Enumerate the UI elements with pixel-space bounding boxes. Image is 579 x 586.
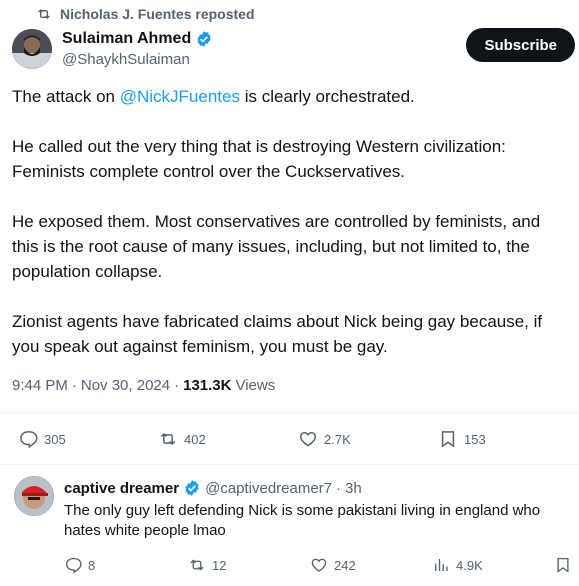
bookmark-button[interactable]: 153 — [438, 429, 486, 449]
tweet-paragraph-1: The attack on @NickJFuentes is clearly o… — [12, 84, 579, 109]
reply-bookmark-button[interactable] — [554, 556, 572, 574]
author-avatar[interactable] — [12, 29, 52, 69]
reply-icon — [20, 431, 38, 449]
author-name-row[interactable]: Sulaiman Ahmed — [62, 30, 213, 48]
reply-avatar-image — [14, 476, 54, 516]
like-button[interactable]: 2.7K — [298, 429, 351, 449]
view-count: 131.3K — [183, 377, 232, 394]
meta-separator: · — [71, 377, 77, 394]
reply-reply-button[interactable]: 8 — [64, 556, 95, 574]
tweet-p1-before: The attack on — [12, 87, 120, 106]
repost-icon — [190, 559, 204, 571]
reply-button[interactable]: 305 — [18, 429, 66, 449]
heart-icon — [299, 431, 317, 447]
tweet-p2-line2: Feminists complete control over the Cuck… — [12, 162, 406, 181]
bookmark-icon — [441, 431, 455, 448]
tweet-p3-line1: He exposed them. Most conservatives are … — [12, 212, 541, 231]
tweet-p4-line2: you speak out against feminism, you must… — [12, 337, 388, 356]
divider — [0, 412, 579, 413]
heart-icon — [311, 558, 327, 572]
reply-like-count: 242 — [334, 557, 356, 573]
bar-chart-icon — [435, 559, 448, 571]
reply-views-button[interactable]: 4.9K — [432, 556, 483, 574]
meta-separator: · — [174, 377, 180, 394]
tweet-date[interactable]: Nov 30, 2024 — [81, 377, 170, 394]
views-label: Views — [235, 377, 276, 394]
repost-icon — [160, 432, 176, 446]
divider — [0, 464, 579, 465]
verified-badge-icon — [185, 480, 199, 496]
tweet-meta: 9:44 PM · Nov 30, 2024 · 131.3K Views — [12, 377, 275, 394]
tweet-p1-after: is clearly orchestrated. — [239, 87, 415, 106]
tweet-p4-line1: Zionist agents have fabricated claims ab… — [12, 312, 543, 331]
subscribe-button[interactable]: Subscribe — [466, 28, 575, 62]
reply-author-name[interactable]: captive dreamer — [64, 480, 179, 497]
reply-reply-count: 8 — [88, 557, 96, 573]
reply-avatar[interactable] — [14, 476, 54, 516]
reply-separator: · — [336, 479, 342, 497]
repost-icon — [38, 9, 50, 19]
reply-repost-count: 12 — [212, 557, 227, 573]
reply-view-count: 4.9K — [456, 557, 483, 573]
tweet-paragraph-3: He exposed them. Most conservatives are … — [12, 209, 579, 284]
tweet-text: The attack on @NickJFuentes is clearly o… — [12, 84, 579, 384]
repost-count: 402 — [184, 431, 206, 447]
author-handle[interactable]: @ShaykhSulaiman — [62, 51, 213, 68]
mention-link[interactable]: @NickJFuentes — [120, 87, 240, 106]
tweet-p3-line2: this is the root cause of many issues, i… — [12, 237, 530, 256]
author-info: Sulaiman Ahmed @ShaykhSulaiman — [62, 30, 213, 68]
tweet-paragraph-2: He called out the very thing that is des… — [12, 134, 579, 184]
reply-time[interactable]: 3h — [345, 480, 362, 497]
reply-header: captive dreamer @captivedreamer7 · 3h — [64, 479, 362, 497]
tweet-p3-line3: population collapse. — [12, 262, 163, 281]
reply-like-button[interactable]: 242 — [310, 556, 356, 574]
bookmark-count: 153 — [464, 431, 486, 447]
author-name[interactable]: Sulaiman Ahmed — [62, 30, 191, 48]
author-avatar-image — [12, 29, 52, 69]
tweet-time[interactable]: 9:44 PM — [12, 377, 68, 394]
repost-button[interactable]: 402 — [158, 429, 206, 449]
reply-repost-button[interactable]: 12 — [188, 556, 226, 574]
verified-badge-icon — [197, 31, 211, 47]
reply-author-handle[interactable]: @captivedreamer7 — [205, 480, 332, 497]
tweet-paragraph-4: Zionist agents have fabricated claims ab… — [12, 309, 579, 359]
bookmark-icon — [557, 557, 569, 573]
reply-count: 305 — [44, 431, 66, 447]
tweet-p2-line1: He called out the very thing that is des… — [12, 137, 506, 156]
repost-header[interactable]: Nicholas J. Fuentes reposted — [36, 6, 255, 22]
reply-text: The only guy left defending Nick is some… — [64, 502, 541, 539]
like-count: 2.7K — [324, 431, 351, 447]
reply-icon — [65, 557, 82, 574]
repost-label: Nicholas J. Fuentes reposted — [60, 6, 255, 22]
